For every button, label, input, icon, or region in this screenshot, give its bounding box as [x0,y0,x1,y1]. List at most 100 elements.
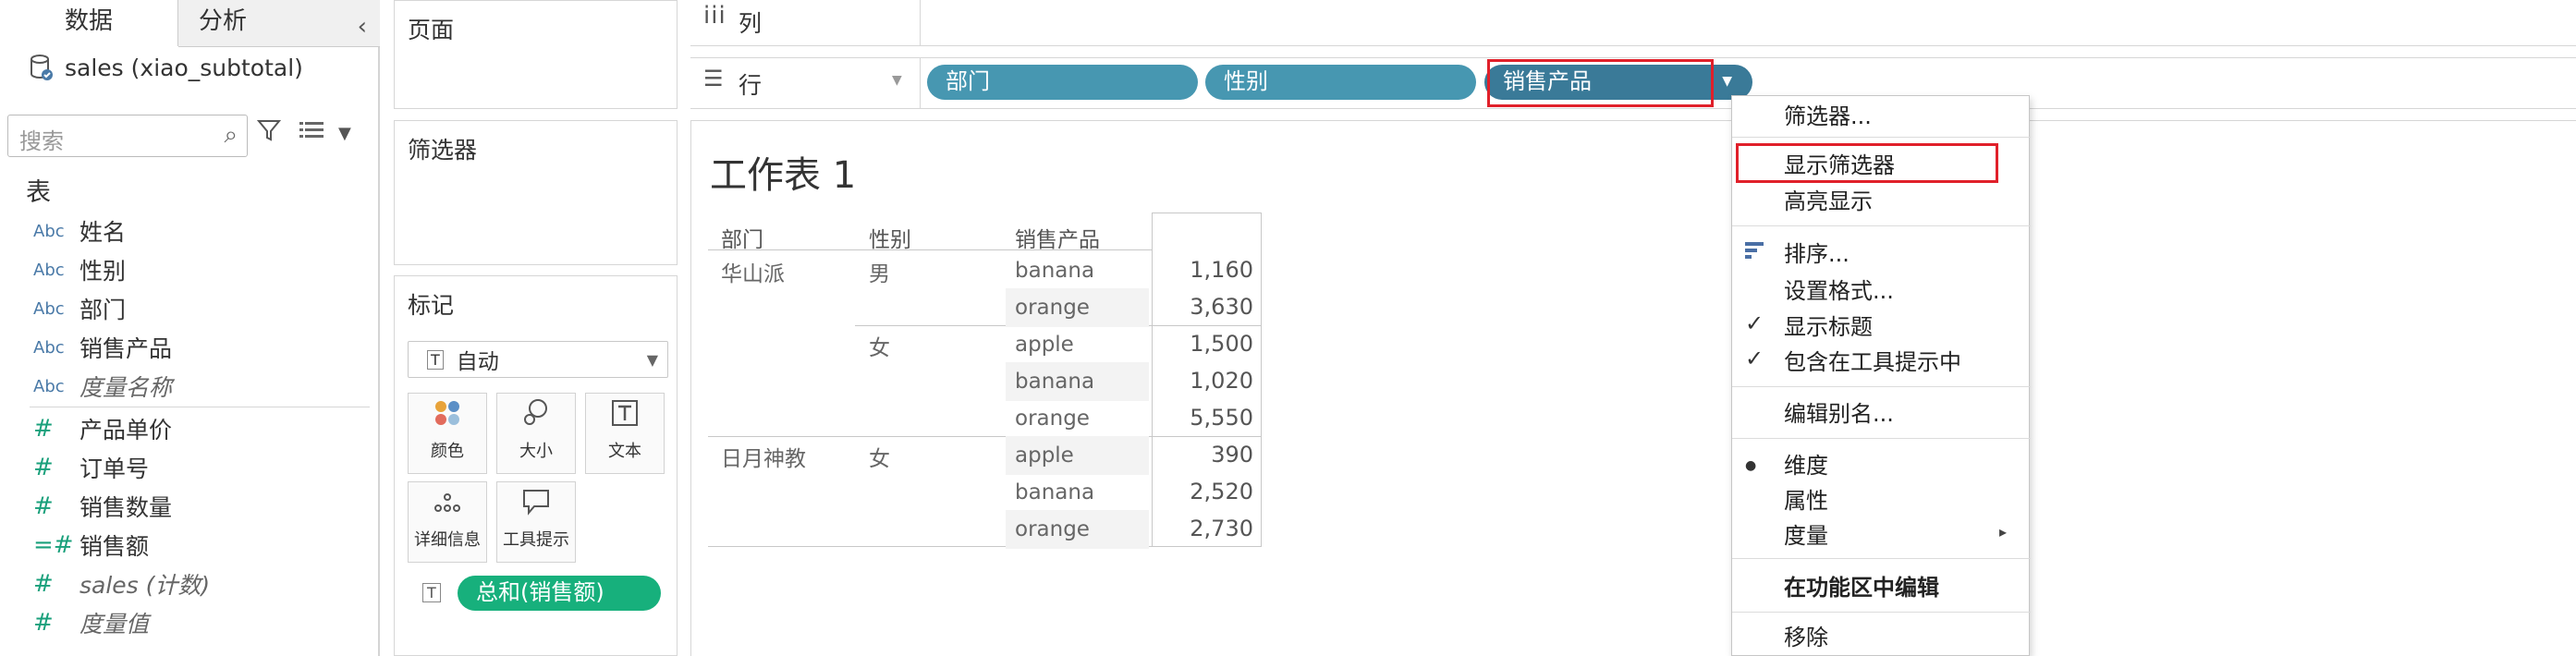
sales-value-cell[interactable]: 5,550 [1152,405,1253,431]
radio-selected-icon: ● [1745,458,1757,473]
product-cell[interactable]: orange [1015,296,1090,320]
sales-value-cell[interactable]: 1,500 [1152,331,1253,357]
product-cell[interactable]: orange [1015,517,1090,541]
detail-button[interactable]: 详细信息 [408,481,487,563]
menu-item-measure[interactable]: 度量 [1784,519,1828,553]
tab-data[interactable]: 数据 [0,0,178,46]
field-item[interactable]: # 产品单价 [33,412,172,445]
dept-group-rule [708,436,1261,437]
menu-item-include-in-tooltip[interactable]: 包含在工具提示中 [1784,346,1961,379]
rows-icon: ☰ [703,66,724,91]
mark-type-select[interactable]: T 自动 ▼ [408,341,668,378]
size-button[interactable]: 大小 [496,393,576,474]
check-icon: ✓ [1745,346,1764,371]
number-type-icon: # [33,492,54,520]
product-cell[interactable]: banana [1015,259,1094,283]
chevron-down-icon: ▼ [646,350,658,369]
filter-icon[interactable] [256,118,282,149]
search-input[interactable]: 搜索 ⌕ [7,115,248,157]
string-type-icon: Abc [33,221,65,241]
sheet-view [690,120,2576,656]
menu-item-format[interactable]: 设置格式... [1784,274,1894,308]
product-cell[interactable]: apple [1015,443,1074,468]
sales-value-cell[interactable]: 2,520 [1152,479,1253,504]
string-type-icon: Abc [33,260,65,280]
field-item[interactable]: Abc 部门 [33,292,126,325]
color-button[interactable]: 颜色 [408,393,487,474]
sales-value-cell[interactable]: 3,630 [1152,294,1253,320]
gender-cell[interactable]: 女 [869,330,890,361]
datasource-item[interactable]: sales (xiao_subtotal) [30,54,303,81]
menu-item-edit-aliases[interactable]: 编辑别名... [1784,397,1894,431]
product-cell[interactable]: banana [1015,370,1094,394]
column-header[interactable]: 性别 [869,222,911,253]
list-view-icon[interactable] [299,120,325,146]
search-placeholder: 搜索 [19,128,64,154]
view-options-caret-icon[interactable]: ▼ [338,124,351,143]
field-name: 姓名 [79,219,127,246]
sales-value-cell[interactable]: 1,020 [1152,368,1253,394]
sales-value-cell[interactable]: 390 [1152,442,1253,468]
row-pill-dept[interactable]: 部门 [927,65,1198,100]
menu-item-filter[interactable]: 筛选器... [1784,100,1872,133]
column-header[interactable]: 部门 [721,222,763,253]
field-item[interactable]: Abc 性别 [33,253,126,286]
field-item[interactable]: =# 销售额 [33,528,149,562]
field-item[interactable]: # 订单号 [33,451,149,484]
field-item[interactable]: Abc 销售产品 [33,331,172,364]
number-type-icon: # [33,609,54,637]
gender-cell[interactable]: 男 [869,256,890,287]
columns-icon: iii [703,2,726,30]
dept-cell[interactable]: 日月神教 [721,441,806,472]
text-encoding-icon: T [422,583,441,602]
field-item[interactable]: # 销售数量 [33,490,172,523]
menu-item-show-header[interactable]: 显示标题 [1784,310,1873,344]
tooltip-button[interactable]: 工具提示 [496,481,576,563]
highlight-box [1736,143,1998,183]
pages-card[interactable]: 页面 [394,0,678,109]
menu-separator [1732,558,2031,559]
menu-item-sort[interactable]: 排序... [1784,237,1850,271]
menu-item-remove[interactable]: 移除 [1784,621,1828,654]
sales-value-cell[interactable]: 2,730 [1152,516,1253,541]
field-item[interactable]: Abc 度量名称 [33,370,172,403]
columns-shelf[interactable]: iii 列 [690,0,2576,46]
text-button[interactable]: 文本 [585,393,665,474]
dept-cell[interactable]: 华山派 [721,256,785,287]
columns-shelf-header: iii 列 [690,0,921,46]
product-cell[interactable]: banana [1015,480,1094,504]
field-name: 销售产品 [79,335,173,362]
rows-shelf-label: 行 [739,72,763,99]
field-name: 部门 [79,297,127,323]
pages-card-title: 页面 [408,17,455,43]
menu-item-edit-in-shelf[interactable]: 在功能区中编辑 [1784,571,1939,604]
sum-sales-pill[interactable]: 总和(销售额) [458,576,661,611]
text-mark-icon: T [427,349,444,370]
filters-card[interactable]: 筛选器 [394,120,678,265]
pill-dropdown-caret-icon[interactable]: ▼ [1722,65,1732,99]
sales-value-cell[interactable]: 1,160 [1152,257,1253,283]
sheet-title: 工作表 1 [710,154,857,197]
value-column-right-rule [1261,213,1262,547]
row-pill-gender[interactable]: 性别 [1205,65,1476,100]
color-icon [409,394,486,438]
field-item[interactable]: # sales (计数) [33,567,210,601]
number-type-icon: # [33,454,54,481]
menu-item-attribute[interactable]: 属性 [1784,484,1828,517]
gender-cell[interactable]: 女 [869,441,890,472]
field-item[interactable]: Abc 姓名 [33,214,126,248]
column-header[interactable]: 销售产品 [1015,222,1100,253]
string-type-icon: Abc [33,376,65,396]
collapse-pane-icon[interactable]: ‹ [358,6,367,48]
menu-item-highlight[interactable]: 高亮显示 [1784,185,1873,218]
product-cell[interactable]: apple [1015,333,1074,357]
color-button-label: 颜色 [431,442,464,461]
text-button-label: 文本 [608,442,641,461]
data-pane: 数据 分析 ‹ sales (xiao_subtotal) 搜索 ⌕ ▼ 表 A… [0,0,380,656]
tab-analysis[interactable]: 分析 ‹ [178,0,380,47]
product-cell[interactable]: orange [1015,407,1090,431]
menu-separator [1732,386,2031,387]
menu-item-dimension[interactable]: 维度 [1784,449,1828,482]
field-item[interactable]: # 度量值 [33,606,149,639]
number-type-icon: # [33,415,54,443]
